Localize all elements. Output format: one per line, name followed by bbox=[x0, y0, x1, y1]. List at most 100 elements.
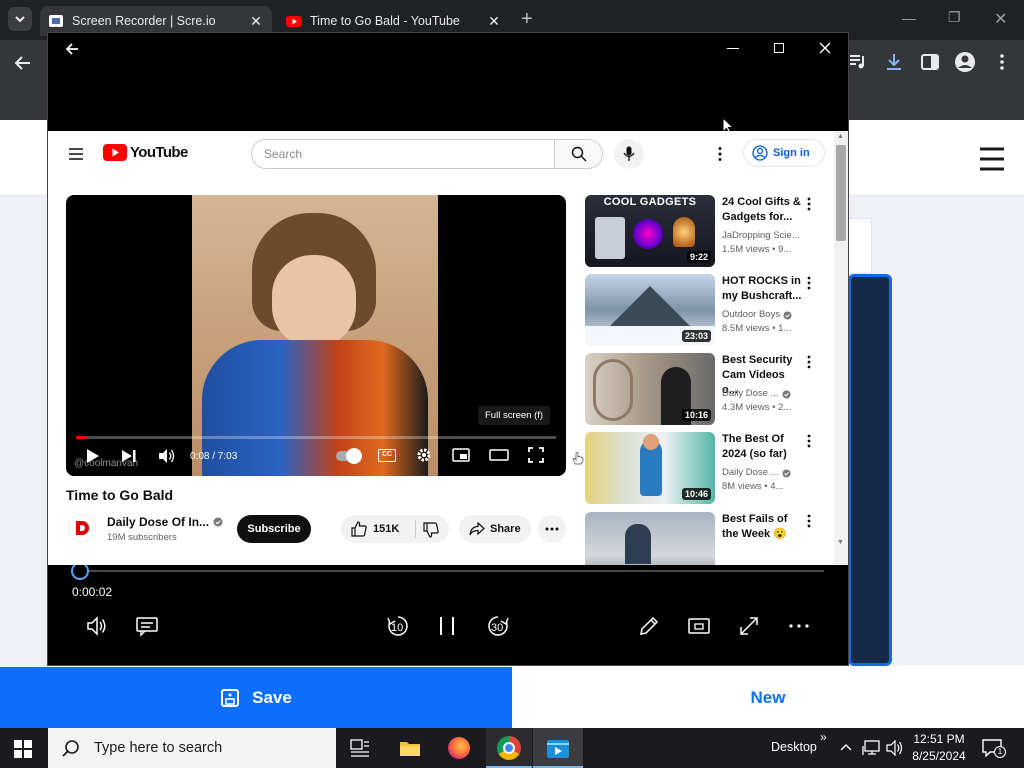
desktop-toolbar-label[interactable]: Desktop bbox=[771, 740, 817, 754]
channel-name[interactable]: Daily Dose Of In... bbox=[107, 515, 223, 529]
new-tab-button[interactable]: + bbox=[521, 8, 533, 31]
tab-search-button[interactable] bbox=[8, 7, 32, 31]
autoplay-toggle[interactable] bbox=[336, 448, 362, 464]
thumb-shelter-shape bbox=[605, 286, 695, 331]
captions-cc-icon[interactable]: CC bbox=[378, 449, 396, 462]
save-button[interactable]: Save bbox=[0, 667, 512, 728]
close-browser-icon[interactable]: ✕ bbox=[994, 9, 1007, 29]
download-icon[interactable] bbox=[884, 52, 904, 72]
recommendation-title-line2: the Week 😮 bbox=[722, 528, 787, 540]
pause-button[interactable] bbox=[440, 617, 454, 635]
youtube-search-placeholder: Search bbox=[264, 147, 303, 161]
youtube-menu-icon[interactable] bbox=[68, 147, 84, 161]
notification-center-button[interactable]: 1 bbox=[982, 739, 1006, 758]
restore-browser-icon[interactable]: ❐ bbox=[948, 9, 961, 26]
miniplayer-icon[interactable] bbox=[452, 448, 470, 462]
recommendation-channel-text: Outdoor Boys bbox=[722, 309, 781, 320]
recommendation-channel: Daily Dose ... bbox=[722, 466, 791, 480]
youtube-play-logo-icon bbox=[103, 144, 127, 161]
windows-start-icon[interactable] bbox=[14, 740, 32, 758]
edit-pencil-icon[interactable] bbox=[638, 615, 660, 637]
recommendation-item[interactable]: 10:46 The Best Of 2024 (so far) Daily Do… bbox=[585, 432, 825, 504]
share-button[interactable]: Share bbox=[459, 515, 531, 543]
task-view-icon[interactable] bbox=[350, 739, 370, 757]
taskbar-search-box[interactable]: Type here to search bbox=[48, 728, 336, 768]
youtube-scrollbar-down-icon[interactable]: ▼ bbox=[837, 539, 844, 546]
toolbar-expand-icon[interactable]: » bbox=[820, 730, 827, 744]
minimize-window-icon[interactable] bbox=[727, 48, 739, 49]
chrome-app-button[interactable] bbox=[486, 728, 532, 768]
tab-youtube[interactable]: Time to Go Bald - YouTube ✕ bbox=[278, 6, 510, 36]
taskbar-clock[interactable]: 12:51 PM 8/25/2024 bbox=[908, 731, 970, 765]
recommendation-item[interactable]: 23:03 HOT ROCKS in my Bushcraft... Outdo… bbox=[585, 274, 825, 346]
close-tab-icon[interactable]: ✕ bbox=[486, 13, 502, 30]
thumbs-down-icon[interactable] bbox=[423, 522, 439, 538]
fullscreen-icon[interactable] bbox=[528, 447, 544, 463]
gear-icon[interactable] bbox=[416, 447, 432, 463]
media-player-app-button[interactable] bbox=[533, 728, 583, 768]
recommendation-more-icon[interactable] bbox=[806, 197, 812, 211]
recommendation-item[interactable]: COOL GADGETS 9:22 24 Cool Gifts & Gadget… bbox=[585, 195, 825, 267]
network-icon[interactable] bbox=[862, 740, 880, 756]
recommendation-item[interactable]: Best Fails of the Week 😮 bbox=[585, 512, 825, 565]
more-options-icon[interactable] bbox=[788, 623, 810, 629]
search-icon bbox=[62, 740, 79, 757]
sign-in-button[interactable]: Sign in bbox=[743, 139, 825, 167]
profile-avatar-icon[interactable] bbox=[954, 51, 976, 73]
rewind-10-button[interactable]: 10 bbox=[385, 613, 411, 639]
settings-more-icon[interactable] bbox=[717, 146, 723, 162]
youtube-scrollbar-up-icon[interactable]: ▲ bbox=[837, 133, 844, 140]
recommendation-title: Best Fails of the Week 😮 bbox=[722, 512, 802, 542]
forward-30-button[interactable]: 30 bbox=[485, 613, 511, 639]
side-panel-icon[interactable] bbox=[920, 52, 940, 72]
youtube-search-box[interactable]: Search bbox=[251, 139, 603, 169]
search-icon bbox=[571, 146, 586, 162]
youtube-search-button[interactable] bbox=[554, 140, 602, 168]
close-tab-icon[interactable]: ✕ bbox=[248, 13, 264, 30]
more-actions-button[interactable] bbox=[538, 515, 566, 543]
recommendation-more-icon[interactable] bbox=[806, 276, 812, 290]
theater-mode-icon[interactable] bbox=[489, 449, 509, 461]
volume-icon[interactable] bbox=[86, 615, 108, 637]
recommendation-views: 8.5M views • 1... bbox=[722, 323, 792, 334]
expand-icon[interactable] bbox=[738, 615, 760, 637]
player-progress-track[interactable] bbox=[72, 570, 824, 572]
file-explorer-icon[interactable] bbox=[399, 739, 421, 757]
recommendation-views: 4.3M views • 2... bbox=[722, 402, 792, 413]
next-video-icon[interactable] bbox=[121, 449, 137, 463]
play-icon[interactable] bbox=[86, 448, 100, 464]
youtube-video-player[interactable]: Full screen (f) @coolmanvan 0:08 / 7:03 … bbox=[66, 195, 566, 476]
new-button[interactable]: New bbox=[512, 667, 1024, 728]
speaker-icon[interactable] bbox=[886, 740, 904, 756]
video-progress-track[interactable] bbox=[76, 436, 556, 439]
close-window-icon[interactable] bbox=[819, 42, 831, 54]
browser-menu-icon[interactable] bbox=[992, 52, 1012, 72]
tab-screen-recorder[interactable]: Screen Recorder | Scre.io ✕ bbox=[40, 6, 272, 36]
back-arrow-icon[interactable] bbox=[12, 52, 34, 74]
recommendation-more-icon[interactable] bbox=[806, 514, 812, 528]
chevron-down-icon bbox=[15, 16, 25, 23]
volume-icon[interactable] bbox=[158, 448, 176, 464]
show-hidden-icons-icon[interactable] bbox=[840, 742, 852, 752]
youtube-logo[interactable]: YouTube bbox=[103, 144, 188, 161]
hamburger-menu-icon[interactable] bbox=[978, 146, 1006, 172]
like-button[interactable]: 151K bbox=[351, 521, 399, 537]
firefox-icon[interactable] bbox=[448, 737, 470, 759]
recommendation-more-icon[interactable] bbox=[806, 434, 812, 448]
voice-search-button[interactable] bbox=[614, 139, 644, 169]
media-controls-icon[interactable] bbox=[848, 52, 868, 72]
maximize-window-icon[interactable] bbox=[774, 43, 784, 53]
pause-icon bbox=[440, 617, 454, 635]
channel-avatar[interactable] bbox=[68, 514, 96, 542]
miniplayer-icon[interactable] bbox=[688, 616, 710, 636]
hand-cursor-icon bbox=[572, 452, 584, 465]
back-arrow-icon[interactable] bbox=[64, 41, 80, 57]
youtube-scrollbar-thumb[interactable] bbox=[836, 145, 846, 241]
minimize-browser-icon[interactable]: — bbox=[902, 10, 916, 26]
youtube-scrollbar[interactable]: ▲ ▼ bbox=[834, 131, 848, 565]
recommendation-item[interactable]: 10:16 Best Security Cam Videos o... Dail… bbox=[585, 353, 825, 425]
subtitles-icon[interactable] bbox=[136, 615, 158, 637]
subscribe-button[interactable]: Subscribe bbox=[237, 515, 311, 543]
notification-count: 1 bbox=[994, 746, 1006, 758]
recommendation-more-icon[interactable] bbox=[806, 355, 812, 369]
